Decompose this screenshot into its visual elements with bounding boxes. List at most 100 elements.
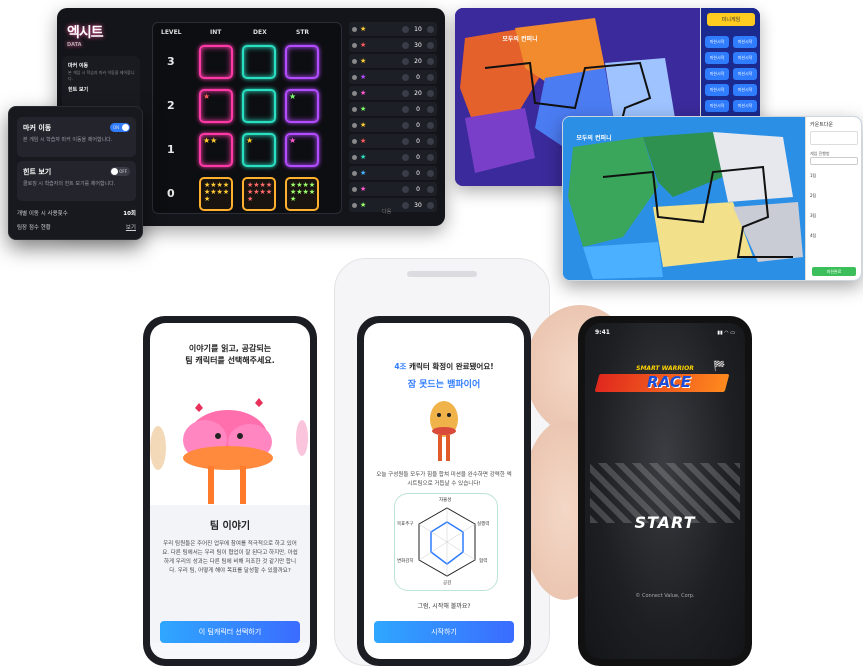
hint-toggle[interactable]: OFF	[110, 167, 130, 176]
minus-button[interactable]	[402, 105, 409, 113]
team-item[interactable]: 4팀	[810, 233, 816, 239]
mini-item-marker: 마커 이동	[68, 63, 89, 69]
minus-button[interactable]	[402, 25, 409, 33]
panel-title: 카운트다운	[810, 122, 834, 128]
mission-start-button[interactable]: 미션시작	[733, 84, 757, 96]
counter-value: 0	[416, 153, 420, 161]
start-label[interactable]: START	[585, 513, 745, 532]
level-grid-panel: LEVEL INT DEX STR 3 2 1 0 ★ ★ ★★ ★ ★ ★★★…	[152, 22, 342, 214]
plus-button[interactable]	[427, 185, 434, 193]
mission-start-button[interactable]: 미션시작	[733, 52, 757, 64]
team-item[interactable]: 2팀	[810, 193, 816, 199]
star-icon: ★	[360, 137, 367, 145]
toggle-knob	[122, 124, 129, 131]
eye-icon[interactable]	[352, 202, 357, 208]
plus-button[interactable]	[427, 41, 434, 49]
minus-button[interactable]	[402, 185, 409, 193]
star-icon: ★	[203, 92, 211, 101]
eye-icon[interactable]	[352, 122, 357, 128]
mission-start-button[interactable]: 미션시작	[733, 100, 757, 112]
cell-str-2[interactable]: ★	[285, 89, 319, 123]
minus-button[interactable]	[402, 89, 409, 97]
eye-icon[interactable]	[352, 186, 357, 192]
map1-logo: 모두의 컨퍼니	[502, 36, 538, 43]
plus-button[interactable]	[427, 153, 434, 161]
plus-button[interactable]	[427, 105, 434, 113]
minus-button[interactable]	[402, 57, 409, 65]
eye-icon[interactable]	[352, 106, 357, 112]
eye-icon[interactable]	[352, 26, 357, 32]
plus-button[interactable]	[427, 25, 434, 33]
mission-start-button[interactable]: 미션시작	[705, 68, 729, 80]
cell-int-1[interactable]: ★★	[199, 133, 233, 167]
hint-desc: 클로징 시 학습자의 힌트 보기를 제어합니다.	[23, 181, 116, 187]
stars-cluster-icon: ★★★★★★★★★	[247, 181, 273, 203]
eye-icon[interactable]	[352, 138, 357, 144]
score-view-link[interactable]: 보기	[126, 223, 136, 231]
mini-item-hint: 힌트 보기	[68, 87, 89, 93]
mission-start-button[interactable]: 미션시작	[705, 84, 729, 96]
mission-start-button[interactable]: 미션시작	[705, 36, 729, 48]
eye-icon[interactable]	[352, 154, 357, 160]
minus-button[interactable]	[402, 137, 409, 145]
minus-button[interactable]	[402, 169, 409, 177]
mission-start-button[interactable]: 미션시작	[705, 52, 729, 64]
eye-icon[interactable]	[352, 58, 357, 64]
radar-label: 공감	[443, 581, 452, 586]
phone-race-start: 9:41 ▮▮ ◠ ▭ SMART WARRIOR RACE 🏁 START ©…	[578, 316, 752, 666]
minus-button[interactable]	[402, 73, 409, 81]
plus-button[interactable]	[427, 57, 434, 65]
footer-link[interactable]: 다음	[382, 208, 391, 215]
plus-button[interactable]	[427, 73, 434, 81]
counter-value: 30	[414, 41, 422, 49]
cell-dex-0[interactable]: ★★★★★★★★★	[242, 177, 276, 211]
character-name: 잠 못드는 뱀파이어	[407, 380, 481, 390]
counter-value: 20	[414, 57, 422, 65]
minus-button[interactable]	[402, 41, 409, 49]
mission-start-button[interactable]: 미션시작	[705, 100, 729, 112]
cell-int-2[interactable]: ★	[199, 89, 233, 123]
select-character-button[interactable]: 이 팀캐릭터 선택하기	[160, 621, 300, 643]
counter-row: ★ 30	[349, 198, 437, 212]
counter-value: 0	[416, 121, 420, 129]
eye-icon[interactable]	[352, 170, 357, 176]
phone-team-select: 이야기를 읽고, 공감되는 팀 캐릭터를 선택해주세요. 팀 이야기 우리 팀원…	[143, 316, 317, 666]
radar-chart: 자율성 실행력 협력 공감 변화감지 목표추구	[394, 493, 498, 591]
mini-item-marker-desc: 본 게임 시 학습자 마커 이동을 제어합니다.	[68, 70, 135, 81]
cell-dex-2[interactable]	[242, 89, 276, 123]
start-button[interactable]: 시작하기	[374, 621, 514, 643]
toggle-state: ON	[113, 125, 120, 130]
mission-start-button[interactable]: 미션시작	[733, 36, 757, 48]
mission-start-button[interactable]: 미션시작	[733, 68, 757, 80]
cell-str-0[interactable]: ★★★★★★★★★	[285, 177, 319, 211]
col-header-int: INT	[210, 29, 222, 36]
plus-button[interactable]	[427, 137, 434, 145]
radar-label: 변화감지	[397, 559, 414, 564]
marker-move-toggle[interactable]: ON	[110, 123, 130, 132]
cell-int-0[interactable]: ★★★★★★★★★	[199, 177, 233, 211]
plus-button[interactable]	[427, 201, 434, 209]
plus-button[interactable]	[427, 121, 434, 129]
eye-icon[interactable]	[352, 42, 357, 48]
mini-game-button[interactable]: 미니게임	[707, 13, 755, 26]
plus-button[interactable]	[427, 169, 434, 177]
minus-button[interactable]	[402, 201, 409, 209]
cell-int-3[interactable]	[199, 45, 233, 79]
radar-label: 협력	[479, 559, 488, 564]
cell-str-1[interactable]: ★	[285, 133, 319, 167]
star-icon: ★	[360, 57, 367, 65]
eye-icon[interactable]	[352, 74, 357, 80]
plus-button[interactable]	[427, 89, 434, 97]
cell-dex-3[interactable]	[242, 45, 276, 79]
team-item[interactable]: 1팀	[810, 173, 816, 179]
team-item[interactable]: 3팀	[810, 213, 816, 219]
race-title-main: RACE	[647, 373, 691, 391]
minus-button[interactable]	[402, 121, 409, 129]
cell-dex-1[interactable]: ★	[242, 133, 276, 167]
minus-button[interactable]	[402, 153, 409, 161]
game-room-select[interactable]	[810, 157, 858, 165]
eye-icon[interactable]	[352, 90, 357, 96]
star-icon: ★	[360, 169, 367, 177]
mission-complete-button[interactable]: 미션완료	[812, 267, 856, 276]
cell-str-3[interactable]	[285, 45, 319, 79]
